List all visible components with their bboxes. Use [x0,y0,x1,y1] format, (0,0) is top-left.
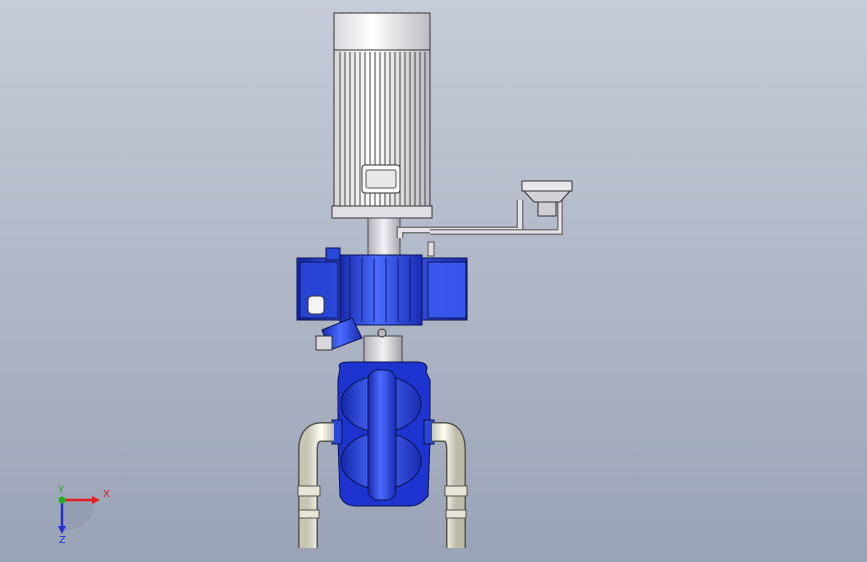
x-axis-label: X [103,489,110,500]
y-axis-dot [58,496,66,504]
coordinate-triad: X Y Z [57,485,110,546]
y-axis-label: Y [57,485,65,496]
graphics-viewport[interactable]: X Y Z [0,0,867,562]
z-axis-label: Z [59,535,66,546]
